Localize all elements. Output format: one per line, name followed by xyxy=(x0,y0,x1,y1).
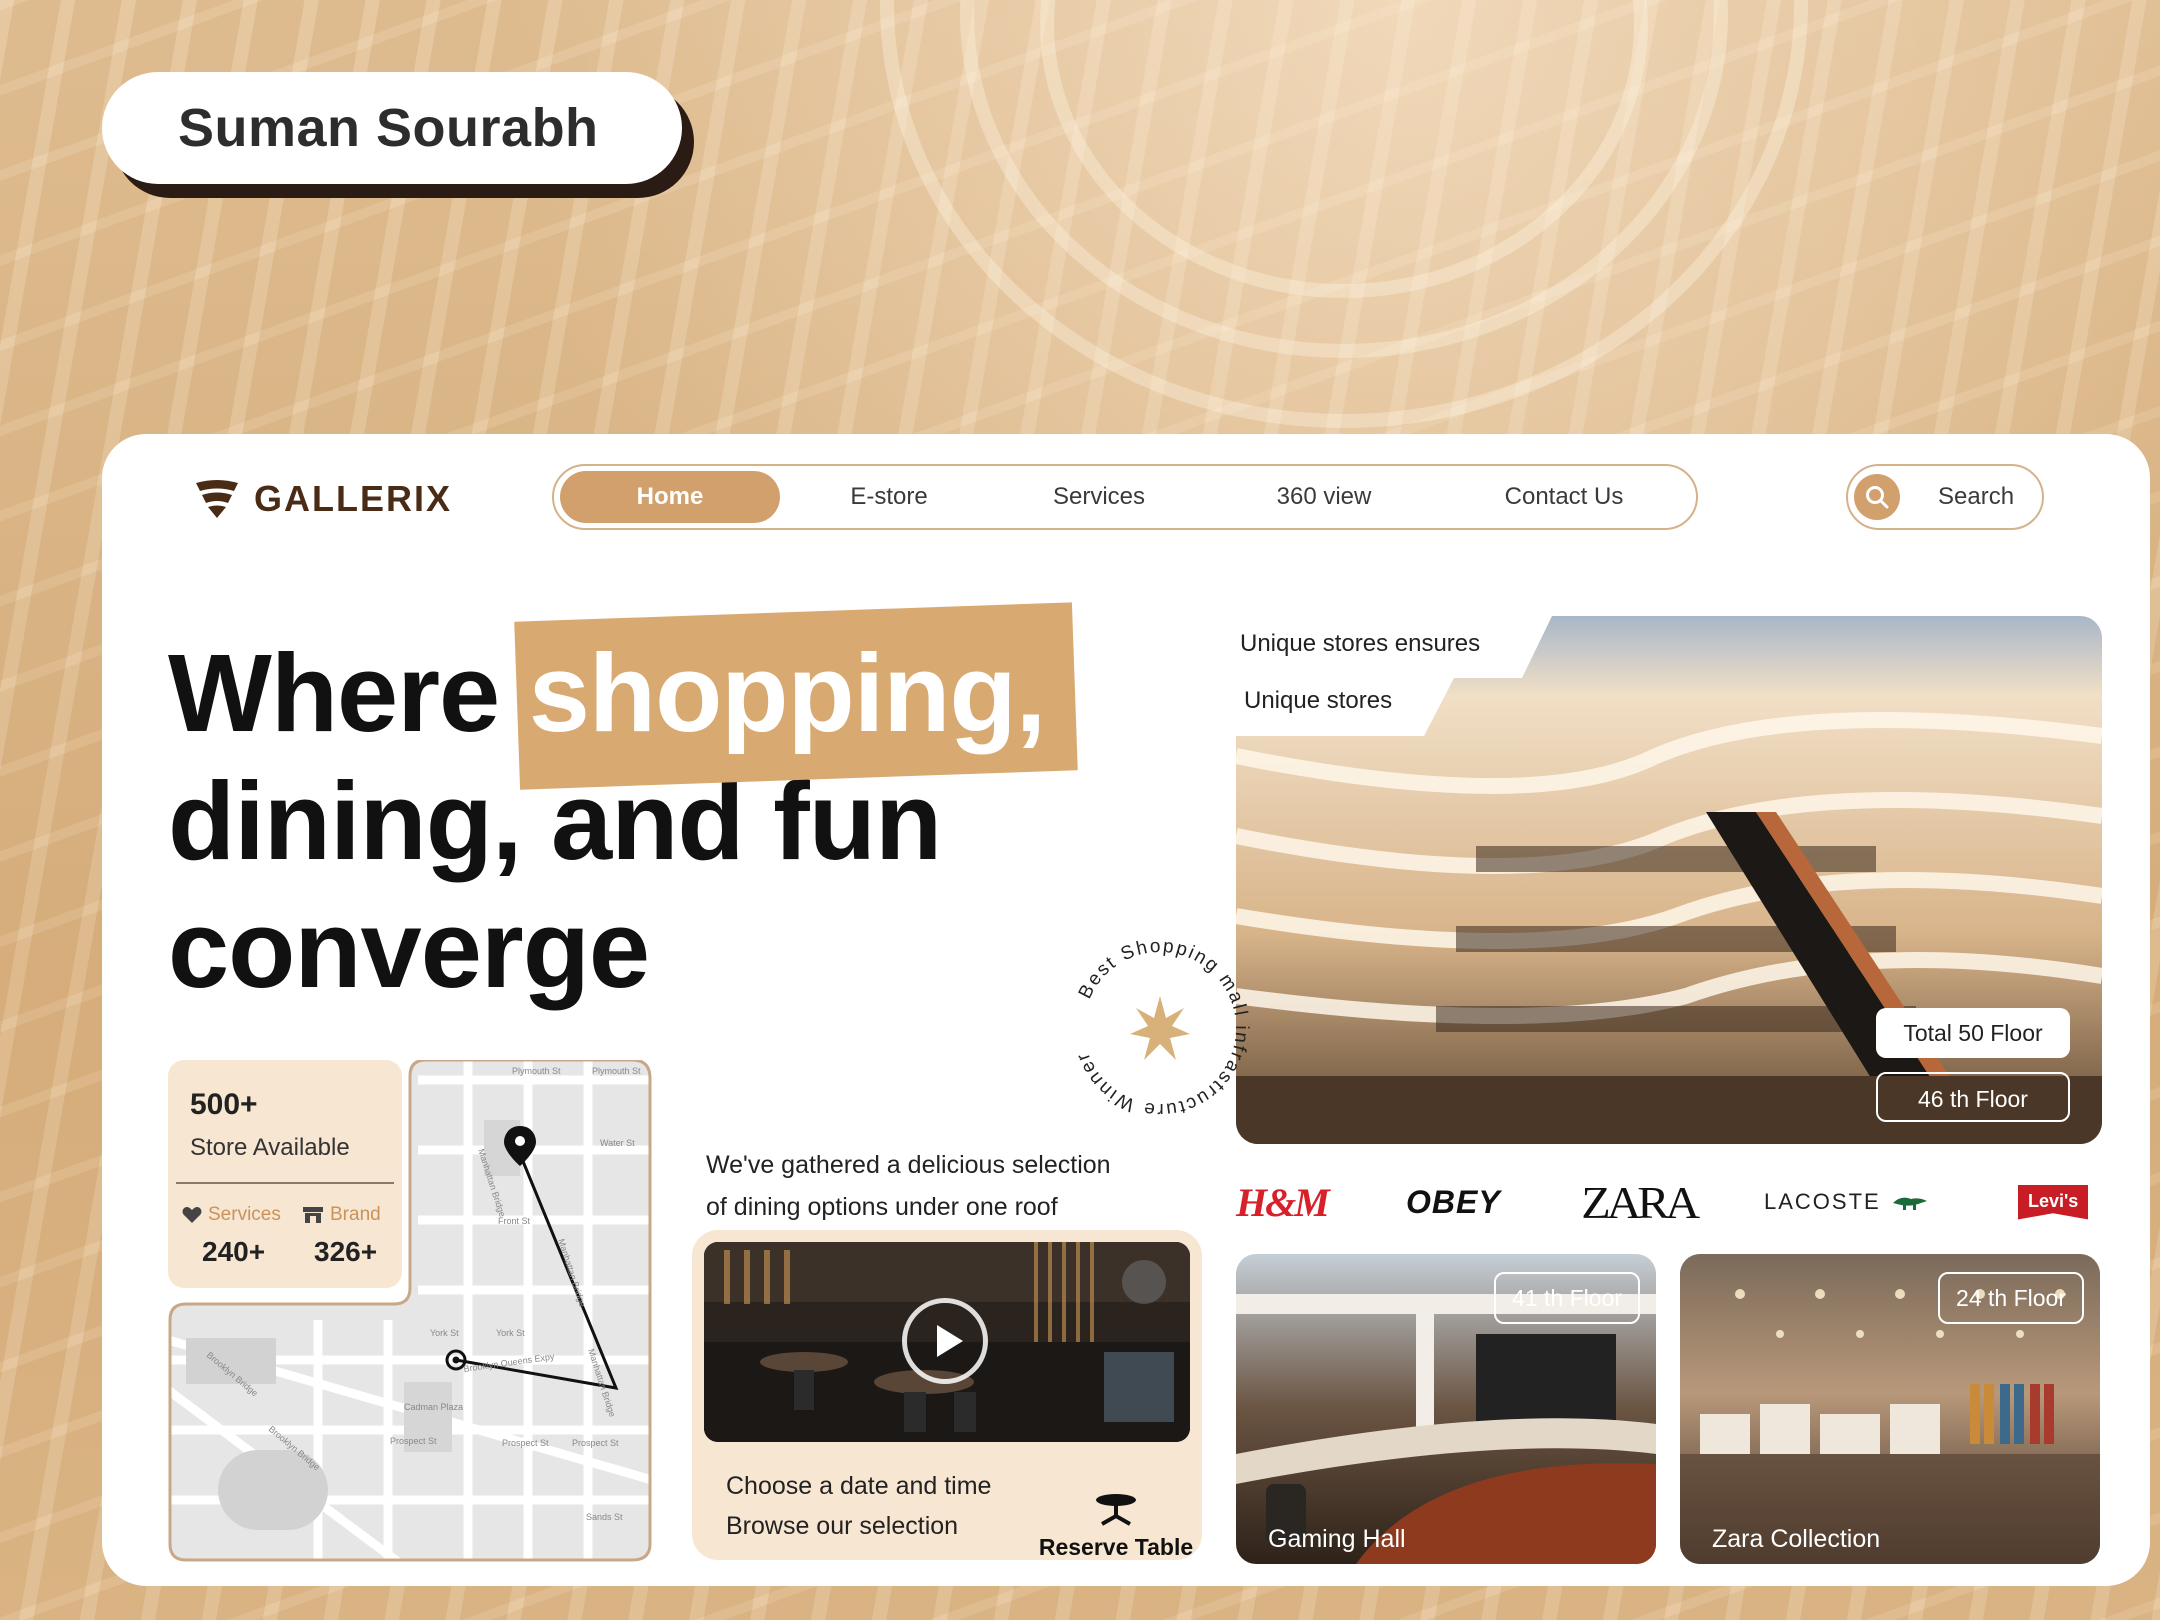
dining-intro-line-1: We've gathered a delicious selection xyxy=(706,1151,1111,1179)
restaurant-video[interactable] xyxy=(704,1242,1190,1442)
crocodile-icon xyxy=(1892,1197,1927,1210)
svg-text:Sands St: Sands St xyxy=(586,1512,623,1522)
current-floor-button[interactable]: 46 th Floor xyxy=(1876,1072,2070,1122)
nav-360-view[interactable]: 360 view xyxy=(1234,471,1414,523)
brand-levis-logo[interactable]: Levi's xyxy=(2018,1170,2089,1234)
search-button[interactable]: Search xyxy=(1846,464,2044,530)
author-name: Suman Sourabh xyxy=(178,98,599,158)
brand-logos-strip: H&M OBEY ZARA LACOSTE Levi's xyxy=(1236,1170,2102,1234)
svg-text:York St: York St xyxy=(430,1328,459,1338)
svg-text:Prospect St: Prospect St xyxy=(390,1436,437,1446)
nav-services[interactable]: Services xyxy=(1014,471,1184,523)
headline-line-3: converge xyxy=(168,888,650,1011)
reserve-table-button[interactable]: Reserve Table xyxy=(1038,1492,1194,1561)
brand-zara-logo[interactable]: ZARA xyxy=(1581,1170,1700,1234)
brand-obey-logo[interactable]: OBEY xyxy=(1406,1170,1501,1234)
brand-logo[interactable]: GALLERIX xyxy=(194,478,452,520)
search-label: Search xyxy=(1938,483,2015,510)
svg-text:Prospect St: Prospect St xyxy=(572,1438,619,1448)
nav-home[interactable]: Home xyxy=(560,471,780,523)
author-badge: Suman Sourabh xyxy=(102,72,682,184)
dining-intro: We've gathered a delicious selection of … xyxy=(706,1144,1111,1228)
landing-page-card: GALLERIX Home E-store Services 360 view … xyxy=(102,434,2150,1586)
main-navigation: Home E-store Services 360 view Contact U… xyxy=(552,464,1698,530)
svg-text:Cadman Plaza: Cadman Plaza xyxy=(404,1402,463,1412)
services-count: 240+ xyxy=(202,1236,266,1267)
brand-lacoste-logo[interactable]: LACOSTE xyxy=(1764,1170,1929,1234)
star-icon xyxy=(1130,996,1190,1060)
heart-hand-icon xyxy=(182,1207,202,1223)
brand-hm-logo[interactable]: H&M xyxy=(1236,1170,1330,1234)
tile-floor-tag: 24 th Floor xyxy=(1938,1272,2084,1324)
stores-label: Store Available xyxy=(190,1134,350,1161)
services-stat-label: Services xyxy=(182,1204,281,1226)
stats-divider xyxy=(176,1182,394,1184)
svg-text:Prospect St: Prospect St xyxy=(502,1438,549,1448)
svg-text:Plymouth St: Plymouth St xyxy=(512,1066,561,1076)
headline-prefix: Where xyxy=(168,632,500,755)
wifi-logo-icon xyxy=(196,480,238,518)
dining-desc-line-2: Browse our selection xyxy=(726,1512,959,1540)
headline-highlight: shopping, xyxy=(529,630,1046,758)
nav-e-store[interactable]: E-store xyxy=(804,471,974,523)
gaming-hall-tile[interactable]: 41 th Floor Gaming Hall xyxy=(1236,1254,1656,1564)
search-icon xyxy=(1854,474,1900,520)
tile-caption: Gaming Hall xyxy=(1268,1525,1406,1553)
svg-text:Water St: Water St xyxy=(600,1138,635,1148)
tab-unique-stores[interactable]: Unique stores xyxy=(1244,687,1392,715)
play-button-icon[interactable] xyxy=(902,1298,988,1384)
svg-text:Front St: Front St xyxy=(498,1216,531,1226)
tile-floor-tag: 41 th Floor xyxy=(1494,1272,1640,1324)
store-icon xyxy=(303,1207,323,1223)
reserve-table-label: Reserve Table xyxy=(1038,1534,1194,1560)
stores-count: 500+ xyxy=(190,1088,258,1121)
svg-text:York St: York St xyxy=(496,1328,525,1338)
tile-caption: Zara Collection xyxy=(1712,1525,1881,1553)
dining-desc-line-1: Choose a date and time xyxy=(726,1472,992,1500)
stats-card: 500+ Store Available Services Brand 240+… xyxy=(168,1060,402,1288)
table-icon xyxy=(1096,1494,1136,1526)
dining-intro-line-2: of dining options under one roof xyxy=(706,1193,1058,1221)
tab-unique-stores-ensures[interactable]: Unique stores ensures xyxy=(1240,630,1480,658)
award-badge: Best Shopping mall infrastructure Winner xyxy=(1060,928,1260,1128)
svg-text:Plymouth St: Plymouth St xyxy=(592,1066,641,1076)
zara-collection-tile[interactable]: 24 th Floor Zara Collection xyxy=(1680,1254,2100,1564)
hero-headline: Where shopping, dining, and fun converge xyxy=(168,630,1046,1014)
brand-stat-label: Brand xyxy=(302,1204,381,1226)
nav-contact-us[interactable]: Contact Us xyxy=(1454,471,1674,523)
brand-count: 326+ xyxy=(314,1236,378,1267)
brand-name: GALLERIX xyxy=(254,478,453,519)
total-floors-tag: Total 50 Floor xyxy=(1876,1008,2070,1058)
dining-description: Choose a date and time Browse our select… xyxy=(726,1466,991,1546)
dining-card: Choose a date and time Browse our select… xyxy=(692,1230,1202,1560)
